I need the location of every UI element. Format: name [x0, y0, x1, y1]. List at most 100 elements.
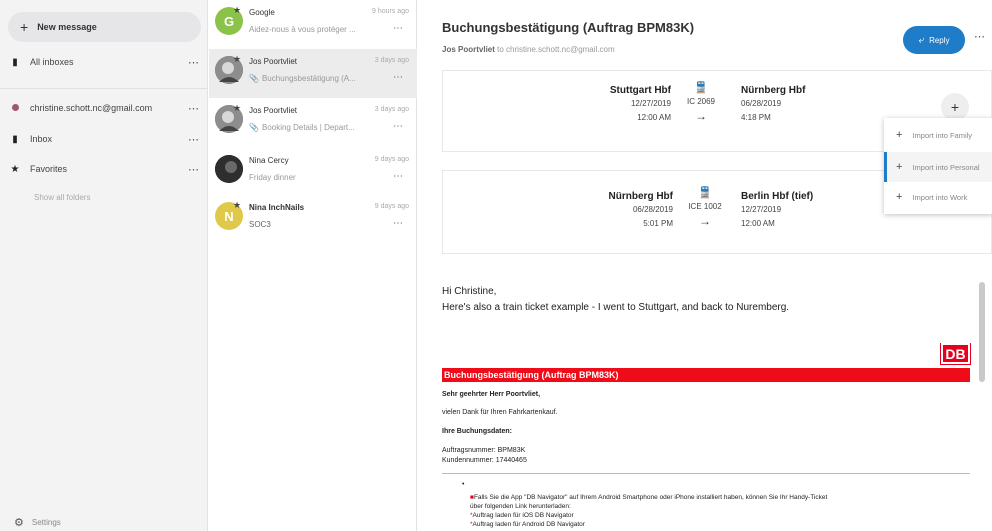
list-item[interactable]: Nina Cercy 9 days ago Friday dinner ⋯	[209, 148, 417, 197]
train-number: ICE 1002	[688, 202, 722, 211]
train-info: 🚆 IC 2069 →	[681, 81, 721, 123]
more-icon[interactable]: ⋯	[393, 218, 403, 229]
departure-date: 06/28/2019	[632, 205, 673, 214]
html-mail-content: DB Buchungsbestätigung (Auftrag BPM83K) …	[442, 343, 972, 531]
gear-icon: ⚙	[14, 517, 24, 529]
more-icon[interactable]: ⋯	[393, 171, 403, 182]
mail-app-note: ■Falls Sie die App "DB Navigator" auf Ih…	[470, 494, 828, 501]
db-logo: DB	[940, 343, 971, 365]
import-family-item[interactable]: + Import into Family	[884, 120, 992, 150]
message-title: Buchungsbestätigung (Auftrag BPM83K)	[442, 20, 695, 35]
list-item[interactable]: G ★ Google 9 hours ago Aidez-nous à vous…	[209, 0, 417, 49]
android-link[interactable]: *Auftrag laden für Android DB Navigator	[470, 521, 585, 528]
settings-label: Settings	[31, 518, 61, 527]
avatar	[215, 155, 243, 183]
star-icon[interactable]: ★	[233, 103, 241, 114]
menu-item-label: Import into Work	[912, 192, 968, 202]
inbox-icon: ▮	[12, 56, 18, 68]
star-icon: ★	[10, 163, 20, 175]
sidebar-item-all-inboxes[interactable]: ▮ All inboxes ⋯	[0, 50, 208, 74]
reply-label: Reply	[929, 35, 950, 45]
more-icon[interactable]: ⋯	[180, 133, 208, 146]
attachment-icon: 📎	[249, 123, 259, 132]
reply-button[interactable]: ⤶ Reply	[903, 26, 965, 54]
menu-item-label: Import into Family	[912, 130, 973, 140]
timestamp: 3 days ago	[374, 106, 409, 113]
more-icon[interactable]: ⋯	[393, 23, 403, 34]
import-menu: + Import into Family + Import into Perso…	[884, 118, 992, 214]
sidebar-item-inbox[interactable]: ▮ Inbox ⋯	[0, 127, 208, 151]
sender-name: Nina InchNails	[249, 203, 305, 212]
sender-name: Nina Cercy	[249, 156, 289, 165]
train-number: IC 2069	[686, 97, 716, 106]
train-icon: 🚆	[694, 82, 708, 94]
message-list: G ★ Google 9 hours ago Aidez-nous à vous…	[209, 0, 417, 531]
new-message-label: New message	[37, 22, 97, 32]
subject: 📎 Booking Details | Depart...	[249, 123, 355, 132]
more-icon[interactable]: ⋯	[393, 72, 403, 83]
sender-name: Google	[249, 8, 275, 17]
greeting: Hi Christine,	[442, 286, 497, 297]
more-icon[interactable]: ⋯	[180, 163, 208, 176]
arrival-station: Nürnberg Hbf	[741, 85, 806, 96]
avatar-photo	[215, 155, 243, 183]
attachment-icon: 📎	[249, 74, 259, 83]
plus-icon: +	[896, 191, 903, 203]
timestamp: 9 hours ago	[372, 8, 409, 15]
plus-icon: +	[20, 19, 29, 35]
train-icon: 🚆	[698, 187, 712, 199]
arrival-time: 4:18 PM	[741, 113, 771, 122]
more-icon[interactable]: ⋯	[393, 121, 403, 132]
settings-button[interactable]: ⚙ Settings	[14, 516, 61, 529]
bullet: •	[462, 481, 465, 488]
departure: Nürnberg Hbf 06/28/2019 5:01 PM	[577, 191, 673, 228]
departure-station: Stuttgart Hbf	[609, 85, 671, 96]
list-item[interactable]: ★ Jos Poortvliet 3 days ago 📎 Buchungsbes…	[209, 49, 417, 98]
subject: Friday dinner	[249, 173, 296, 182]
subject: Aidez-nous à vous protéger ...	[249, 25, 356, 34]
plus-icon: +	[896, 129, 903, 141]
departure-date: 12/27/2019	[630, 99, 671, 108]
sidebar-item-label: Favorites	[30, 164, 68, 174]
arrow-right-icon: →	[695, 109, 707, 123]
mail-app-note-2: über folgenden Link herunterladen:	[470, 503, 571, 510]
more-icon[interactable]: ⋯	[180, 56, 208, 69]
timestamp: 3 days ago	[374, 57, 409, 64]
departure: Stuttgart Hbf 12/27/2019 12:00 AM	[591, 85, 671, 122]
add-to-calendar-button[interactable]: +	[941, 93, 969, 121]
scrollbar[interactable]	[979, 282, 985, 382]
timestamp: 9 days ago	[374, 156, 409, 163]
star-icon[interactable]: ★	[233, 54, 241, 65]
arrival-date: 06/28/2019	[741, 99, 782, 108]
new-message-button[interactable]: + New message	[8, 12, 201, 42]
mail-app: + New message ▮ All inboxes ⋯ christine.…	[0, 0, 992, 531]
menu-item-label: Import into Personal	[912, 162, 980, 172]
arrival-date: 12/27/2019	[741, 205, 782, 214]
sidebar-item-label: Inbox	[30, 134, 53, 144]
departure-time: 5:01 PM	[643, 219, 673, 228]
list-item[interactable]: ★ Jos Poortvliet 3 days ago 📎 Booking Det…	[209, 98, 417, 147]
import-personal-item[interactable]: + Import into Personal	[884, 152, 992, 182]
sidebar: + New message ▮ All inboxes ⋯ christine.…	[0, 0, 208, 531]
show-all-folders-link[interactable]: Show all folders	[34, 193, 90, 202]
mail-thanks: vielen Dank für Ihren Fahrkartenkauf.	[442, 409, 558, 416]
sender-name: Jos Poortvliet	[249, 57, 298, 66]
list-item[interactable]: N ★ Nina InchNails 9 days ago SOC3 ⋯	[209, 195, 417, 244]
sidebar-item-favorites[interactable]: ★ Favorites ⋯	[0, 157, 208, 181]
divider	[0, 88, 207, 89]
arrow-right-icon: →	[699, 214, 711, 228]
star-icon[interactable]: ★	[233, 200, 241, 211]
train-info: 🚆 ICE 1002 →	[685, 186, 725, 228]
import-work-item[interactable]: + Import into Work	[884, 182, 992, 212]
ios-link[interactable]: *Auftrag laden für iOS DB Navigator	[470, 512, 574, 519]
body-paragraph: Here's also a train ticket example - I w…	[442, 302, 790, 313]
sidebar-item-label: All inboxes	[30, 57, 74, 67]
star-icon[interactable]: ★	[233, 5, 241, 16]
divider	[442, 473, 970, 474]
sidebar-item-account[interactable]: christine.schott.nc@gmail.com ⋯	[0, 96, 208, 120]
timestamp: 9 days ago	[374, 203, 409, 210]
arrival-station: Berlin Hbf (tief)	[741, 191, 814, 202]
more-icon[interactable]: ⋯	[180, 102, 208, 115]
more-icon[interactable]: ⋯	[974, 30, 985, 43]
departure-station: Nürnberg Hbf	[608, 191, 673, 202]
